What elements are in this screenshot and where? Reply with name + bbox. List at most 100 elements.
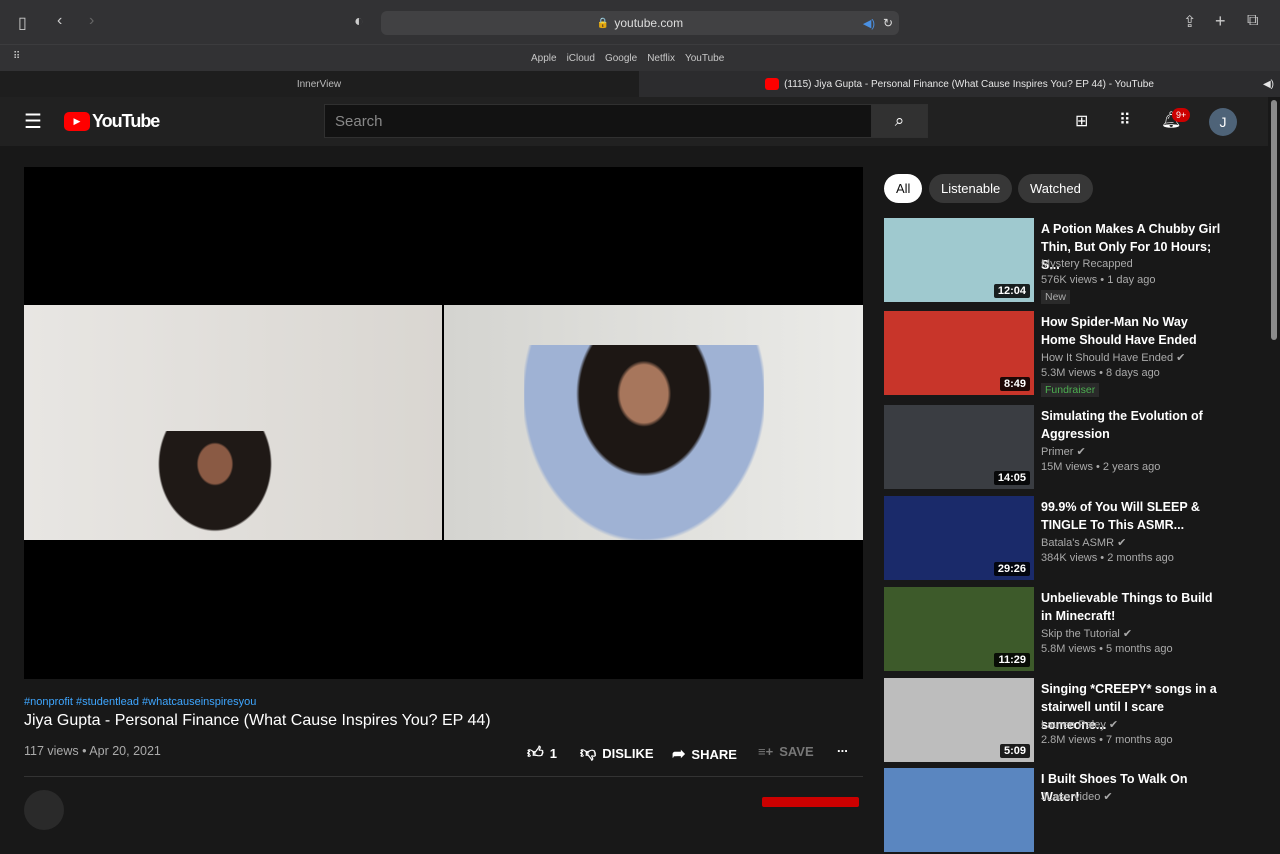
duration-badge: 11:29 bbox=[994, 653, 1030, 667]
tab-youtube[interactable]: (1115) Jiya Gupta - Personal Finance (Wh… bbox=[639, 71, 1280, 97]
channel-name[interactable]: JLaservideo ✔ bbox=[1041, 790, 1113, 803]
avatar-letter: J bbox=[1219, 114, 1227, 130]
search-icon: ⌕ bbox=[894, 111, 905, 130]
chip-all[interactable]: All bbox=[884, 174, 923, 203]
video-thumbnail[interactable]: 8:49 bbox=[884, 311, 1034, 395]
channel-name[interactable]: Lauren Paley ✔ bbox=[1041, 718, 1118, 731]
recommendation-item[interactable]: 8:49 How Spider-Man No Way Home Should Ha… bbox=[884, 311, 1264, 397]
notification-badge: 9+ bbox=[1172, 108, 1191, 122]
address-bar[interactable]: 🔒 youtube.com ◀) ↻ bbox=[381, 11, 899, 35]
logo-text: YouTube bbox=[92, 111, 160, 131]
video-stats: 2.8M views • 7 months ago bbox=[1041, 734, 1173, 746]
search-input[interactable]: Search bbox=[324, 104, 872, 138]
bookmark[interactable]: iCloud bbox=[567, 53, 595, 64]
video-stats: 5.3M views • 8 days ago bbox=[1041, 367, 1160, 379]
audio-icon[interactable]: ◀) bbox=[863, 17, 875, 30]
video-thumbnail[interactable] bbox=[884, 768, 1034, 852]
duration-badge: 8:49 bbox=[999, 377, 1030, 391]
play-logo-icon: ▶ bbox=[64, 112, 90, 131]
bookmark[interactable]: Google bbox=[605, 53, 637, 64]
share-icon[interactable]: ⇪ bbox=[1183, 12, 1196, 32]
video-frame-right bbox=[444, 305, 863, 540]
save-button[interactable]: ≡+ SAVE bbox=[758, 744, 814, 759]
channel-name[interactable]: Batala's ASMR ✔ bbox=[1041, 536, 1126, 549]
shield-icon[interactable]: ◐ bbox=[354, 13, 364, 31]
dislike-button[interactable]: 👎︎ DISLIKE bbox=[580, 744, 654, 763]
recommendation-title[interactable]: 99.9% of You Will SLEEP & TINGLE To This… bbox=[1041, 498, 1221, 534]
recommendation-title[interactable]: How Spider-Man No Way Home Should Have E… bbox=[1041, 313, 1221, 349]
scrollbar[interactable] bbox=[1268, 97, 1280, 800]
create-video-icon[interactable]: ⊞ bbox=[1075, 111, 1088, 131]
video-stats: 5.8M views • 5 months ago bbox=[1041, 643, 1173, 655]
bookmark[interactable]: Netflix bbox=[647, 53, 675, 64]
reload-icon[interactable]: ↻ bbox=[883, 16, 893, 30]
apps-icon[interactable]: ⠿ bbox=[1119, 110, 1131, 130]
chip-listenable[interactable]: Listenable bbox=[929, 174, 1013, 203]
tab-innerview[interactable]: InnerView bbox=[0, 71, 638, 97]
playlist-add-icon: ≡+ bbox=[758, 744, 774, 759]
grid-icon[interactable]: ⠿ bbox=[13, 51, 20, 62]
tabs-overview-icon[interactable]: ⧉ bbox=[1247, 12, 1258, 30]
channel-name[interactable]: Skip the Tutorial ✔ bbox=[1041, 627, 1132, 640]
duration-badge: 12:04 bbox=[993, 284, 1030, 298]
video-thumbnail[interactable]: 12:04 bbox=[884, 218, 1034, 302]
hashtags-link[interactable]: #nonprofit #studentlead #whatcauseinspir… bbox=[24, 696, 256, 708]
channel-name[interactable]: How It Should Have Ended ✔ bbox=[1041, 351, 1185, 364]
forward-icon[interactable]: › bbox=[89, 12, 94, 30]
tab-label: (1115) Jiya Gupta - Personal Finance (Wh… bbox=[784, 78, 1154, 90]
recommendation-title[interactable]: Simulating the Evolution of Aggression bbox=[1041, 407, 1221, 443]
bookmark[interactable]: Apple bbox=[531, 53, 557, 64]
youtube-favicon bbox=[765, 78, 780, 90]
sidebar-icon[interactable]: ▯ bbox=[18, 13, 27, 33]
thumbs-up-icon: 👍︎ bbox=[527, 745, 544, 762]
recommendation-item[interactable]: 12:04 A Potion Makes A Chubby Girl Thin, … bbox=[884, 218, 1264, 304]
thumbs-down-icon: 👎︎ bbox=[580, 745, 597, 762]
bookmarks-bar: ⠿ Apple iCloud Google Netflix YouTube bbox=[0, 45, 1280, 71]
back-icon[interactable]: ‹ bbox=[57, 12, 62, 30]
video-thumbnail[interactable]: 5:09 bbox=[884, 678, 1034, 762]
recommendation-item[interactable]: 29:26 99.9% of You Will SLEEP & TINGLE To… bbox=[884, 496, 1264, 582]
video-thumbnail[interactable]: 11:29 bbox=[884, 587, 1034, 671]
duration-badge: 14:05 bbox=[993, 471, 1030, 485]
video-player[interactable] bbox=[24, 167, 863, 679]
chip-watched[interactable]: Watched bbox=[1018, 174, 1093, 203]
save-label: SAVE bbox=[779, 744, 814, 759]
new-tab-icon[interactable]: + bbox=[1215, 11, 1226, 32]
duration-badge: 5:09 bbox=[999, 744, 1030, 758]
recommendation-title[interactable]: Unbelievable Things to Build in Minecraf… bbox=[1041, 589, 1221, 625]
video-thumbnail[interactable]: 14:05 bbox=[884, 405, 1034, 489]
speaker-icon[interactable]: ◀) bbox=[1263, 79, 1274, 90]
menu-icon[interactable]: ☰ bbox=[24, 109, 42, 134]
more-actions-button[interactable]: ... bbox=[837, 740, 848, 755]
chip-label: Listenable bbox=[941, 181, 1001, 196]
search-placeholder: Search bbox=[335, 112, 383, 130]
avatar[interactable]: J bbox=[1209, 108, 1237, 136]
recommendation-item[interactable]: 5:09 Singing *CREEPY* songs in a stairwel… bbox=[884, 678, 1264, 764]
video-stats: 576K views • 1 day ago bbox=[1041, 274, 1156, 286]
video-frame-left bbox=[24, 305, 442, 541]
subscribe-button[interactable] bbox=[762, 797, 859, 807]
like-count: 1 bbox=[549, 746, 557, 761]
video-stats: 384K views • 2 months ago bbox=[1041, 552, 1174, 564]
bookmark[interactable]: YouTube bbox=[685, 53, 724, 64]
new-badge: New bbox=[1041, 290, 1071, 304]
channel-name[interactable]: Primer ✔ bbox=[1041, 445, 1086, 458]
share-label: SHARE bbox=[691, 746, 737, 762]
channel-avatar[interactable] bbox=[24, 790, 64, 830]
youtube-logo[interactable]: ▶ YouTube bbox=[64, 111, 160, 132]
video-title: Jiya Gupta - Personal Finance (What Caus… bbox=[24, 712, 491, 729]
channel-name[interactable]: Mystery Recapped bbox=[1041, 258, 1133, 270]
chip-label: All bbox=[896, 181, 911, 196]
url-text: youtube.com bbox=[614, 16, 684, 30]
share-button[interactable]: ➦ SHARE bbox=[672, 744, 737, 764]
chip-label: Watched bbox=[1030, 181, 1081, 196]
recommendation-item[interactable]: 14:05 Simulating the Evolution of Aggress… bbox=[884, 405, 1264, 491]
share-arrow-icon: ➦ bbox=[672, 746, 686, 763]
video-thumbnail[interactable]: 29:26 bbox=[884, 496, 1034, 580]
search-button[interactable]: ⌕ bbox=[871, 104, 928, 138]
like-button[interactable]: 👍︎ 1 bbox=[527, 744, 557, 763]
recommendation-item[interactable]: 11:29 Unbelievable Things to Build in Min… bbox=[884, 587, 1264, 673]
recommendation-item[interactable]: I Built Shoes To Walk On Water! JLaservid… bbox=[884, 768, 1264, 854]
youtube-header: ☰ ▶ YouTube Search ⌕ ⊞ ⠿ 🔔︎ 9+ J bbox=[0, 97, 1268, 146]
fundraiser-badge: Fundraiser bbox=[1041, 383, 1100, 397]
